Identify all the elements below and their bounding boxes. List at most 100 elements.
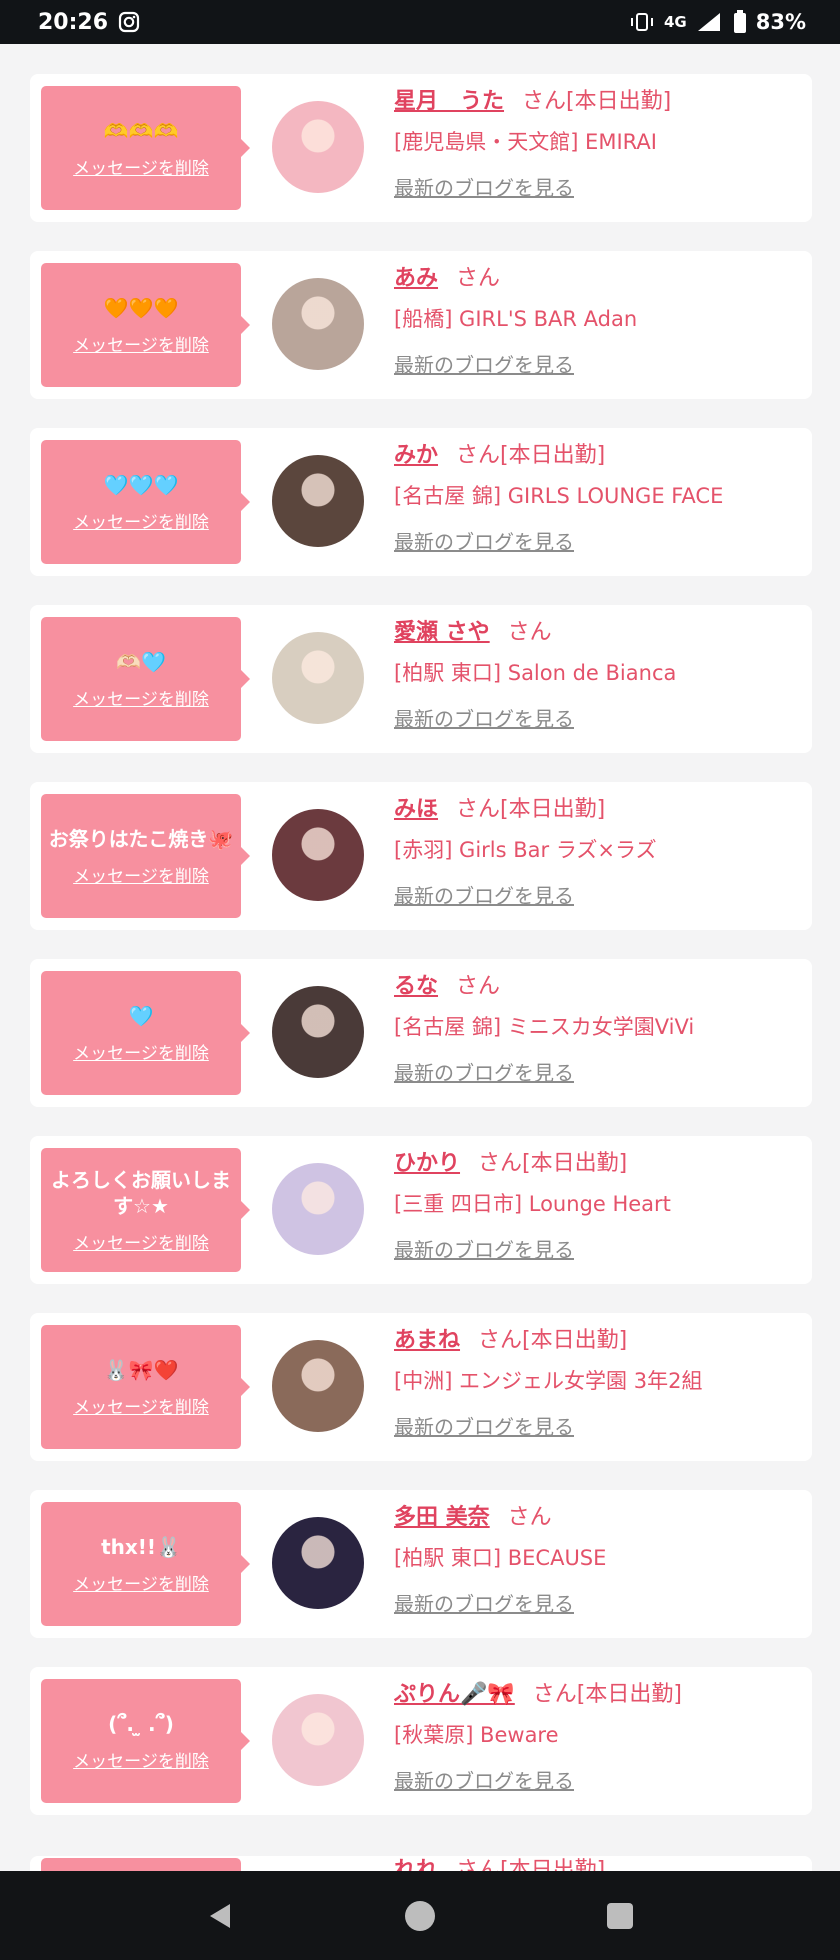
navigation-bar xyxy=(0,1871,840,1960)
cast-header: あみ さん xyxy=(394,261,802,297)
cast-header: るな さん xyxy=(394,969,802,1005)
battery-level: 83% xyxy=(755,10,806,34)
signal-icon xyxy=(697,13,720,31)
cast-suffix: さん xyxy=(456,974,501,999)
latest-blog-link[interactable]: 最新のブログを見る xyxy=(394,1413,574,1441)
message-bubble: (՞. ̫ .՞) メッセージを削除 xyxy=(41,1679,250,1803)
avatar[interactable] xyxy=(272,632,364,724)
delete-message-link[interactable]: メッセージを削除 xyxy=(73,154,209,179)
shop-location: [船橋] GIRL'S BAR Adan xyxy=(394,307,638,331)
cast-info: あまね さん[本日出勤] [中洲] エンジェル女学園 3年2組 最新のブログを見る xyxy=(394,1323,802,1441)
message-bubble: よろしくお願いします☆★ メッセージを削除 xyxy=(41,1148,250,1272)
avatar[interactable] xyxy=(272,455,364,547)
latest-blog-link[interactable]: 最新のブログを見る xyxy=(394,528,574,556)
cast-info: 星月 うた さん[本日出勤] [鹿児島県・天文館] EMIRAI 最新のブログを見… xyxy=(394,84,802,202)
shop-location: [秋葉原] Beware xyxy=(394,1723,559,1747)
cast-info: ひかり さん[本日出勤] [三重 四日市] Lounge Heart 最新のブログ… xyxy=(394,1146,802,1264)
avatar[interactable] xyxy=(272,986,364,1078)
message-card: 🫶🏻🩵 メッセージを削除 愛瀬 さや さん [柏駅 東口] Salon de Bi… xyxy=(30,605,812,753)
cast-suffix: さん[本日出勤] xyxy=(456,443,606,468)
shop-location: [名古屋 錦] GIRLS LOUNGE FACE xyxy=(394,484,724,508)
delete-message-link[interactable]: メッセージを削除 xyxy=(73,508,209,533)
back-button[interactable] xyxy=(190,1886,250,1946)
cast-name-link[interactable]: 多田 美奈 xyxy=(394,1505,490,1530)
latest-blog-link[interactable]: 最新のブログを見る xyxy=(394,1236,574,1264)
home-button[interactable] xyxy=(390,1886,450,1946)
cast-name-link[interactable]: 愛瀬 さや xyxy=(394,620,490,645)
message-text: 🧡🧡🧡 xyxy=(103,295,179,320)
message-card: 🩵 メッセージを削除 るな さん [名古屋 錦] ミニスカ女学園ViVi 最新のブ… xyxy=(30,959,812,1107)
message-card: 🩵🩵🩵 メッセージを削除 みか さん[本日出勤] [名古屋 錦] GIRLS LO… xyxy=(30,428,812,576)
recents-button[interactable] xyxy=(590,1886,650,1946)
cast-header: 多田 美奈 さん xyxy=(394,1500,802,1536)
latest-blog-link[interactable]: 最新のブログを見る xyxy=(394,1767,574,1795)
message-list: 🫶🫶🫶 メッセージを削除 星月 うた さん[本日出勤] [鹿児島県・天文館] EM… xyxy=(30,74,812,1844)
vibrate-icon xyxy=(630,13,653,31)
cast-name-link[interactable]: るな xyxy=(394,974,438,999)
message-bubble: 🧡🧡🧡 メッセージを削除 xyxy=(41,263,250,387)
shop-location: [三重 四日市] Lounge Heart xyxy=(394,1192,671,1216)
cast-suffix: さん xyxy=(456,266,501,291)
message-card: 🫶🫶🫶 メッセージを削除 星月 うた さん[本日出勤] [鹿児島県・天文館] EM… xyxy=(30,74,812,222)
cast-header: 愛瀬 さや さん xyxy=(394,615,802,651)
cast-name-link[interactable]: あみ xyxy=(394,266,438,291)
latest-blog-link[interactable]: 最新のブログを見る xyxy=(394,174,574,202)
delete-message-link[interactable]: メッセージを削除 xyxy=(73,331,209,356)
cast-info: 多田 美奈 さん [柏駅 東口] BECAUSE 最新のブログを見る xyxy=(394,1500,802,1618)
instagram-icon xyxy=(118,11,140,33)
avatar[interactable] xyxy=(272,1694,364,1786)
delete-message-link[interactable]: メッセージを削除 xyxy=(73,1039,209,1064)
delete-message-link[interactable]: メッセージを削除 xyxy=(73,1747,209,1772)
cast-header: ひかり さん[本日出勤] xyxy=(394,1146,802,1182)
avatar[interactable] xyxy=(272,278,364,370)
cast-header: 星月 うた さん[本日出勤] xyxy=(394,84,802,120)
message-bubble: 🐰🎀❤️ メッセージを削除 xyxy=(41,1325,250,1449)
delete-message-link[interactable]: メッセージを削除 xyxy=(73,1570,209,1595)
cast-suffix: さん[本日出勤] xyxy=(522,89,672,114)
cast-suffix: さん[本日出勤] xyxy=(532,1682,682,1707)
avatar[interactable] xyxy=(272,101,364,193)
network-type: 4G xyxy=(663,13,687,31)
cast-name-link[interactable]: 星月 うた xyxy=(394,89,504,114)
message-card: お祭りはたこ焼き🐙 メッセージを削除 みほ さん[本日出勤] [赤羽] Girls… xyxy=(30,782,812,930)
latest-blog-link[interactable]: 最新のブログを見る xyxy=(394,351,574,379)
cast-name-link[interactable]: ぷりん🎤🎀 xyxy=(394,1682,515,1707)
avatar[interactable] xyxy=(272,1517,364,1609)
message-text: thx!!🐰 xyxy=(101,1534,181,1559)
message-text: 🩵🩵🩵 xyxy=(103,472,179,497)
message-text: 🫶🏻🩵 xyxy=(116,649,166,674)
shop-location: [鹿児島県・天文館] EMIRAI xyxy=(394,130,657,154)
cast-header: ぷりん🎤🎀 さん[本日出勤] xyxy=(394,1677,802,1713)
status-bar: 20:26 4G 83% xyxy=(0,0,840,44)
shop-location: [赤羽] Girls Bar ラズ×ラズ xyxy=(394,838,657,862)
delete-message-link[interactable]: メッセージを削除 xyxy=(73,685,209,710)
message-card: thx!!🐰 メッセージを削除 多田 美奈 さん [柏駅 東口] BECAUSE … xyxy=(30,1490,812,1638)
latest-blog-link[interactable]: 最新のブログを見る xyxy=(394,705,574,733)
message-bubble: 🩵🩵🩵 メッセージを削除 xyxy=(41,440,250,564)
cast-name-link[interactable]: みほ xyxy=(394,797,438,822)
latest-blog-link[interactable]: 最新のブログを見る xyxy=(394,1590,574,1618)
delete-message-link[interactable]: メッセージを削除 xyxy=(73,862,209,887)
avatar[interactable] xyxy=(272,1340,364,1432)
delete-message-link[interactable]: メッセージを削除 xyxy=(73,1393,209,1418)
latest-blog-link[interactable]: 最新のブログを見る xyxy=(394,1059,574,1087)
cast-suffix: さん[本日出勤] xyxy=(478,1151,628,1176)
shop-location: [柏駅 東口] Salon de Bianca xyxy=(394,661,677,685)
message-bubble: お祭りはたこ焼き🐙 メッセージを削除 xyxy=(41,794,250,918)
message-text: 🩵 xyxy=(128,1003,154,1028)
cast-name-link[interactable]: あまね xyxy=(394,1328,460,1353)
cast-info: みほ さん[本日出勤] [赤羽] Girls Bar ラズ×ラズ 最新のブログを見… xyxy=(394,792,802,910)
avatar[interactable] xyxy=(272,809,364,901)
back-icon xyxy=(210,1903,230,1928)
message-text: 🫶🫶🫶 xyxy=(103,118,179,143)
cast-name-link[interactable]: みか xyxy=(394,443,438,468)
battery-icon xyxy=(733,10,746,33)
cast-suffix: さん[本日出勤] xyxy=(456,797,606,822)
avatar[interactable] xyxy=(272,1163,364,1255)
latest-blog-link[interactable]: 最新のブログを見る xyxy=(394,882,574,910)
cast-name-link[interactable]: ひかり xyxy=(394,1151,460,1176)
message-card: (՞. ̫ .՞) メッセージを削除 ぷりん🎤🎀 さん[本日出勤] [秋葉原] B… xyxy=(30,1667,812,1815)
recents-icon xyxy=(607,1902,633,1929)
delete-message-link[interactable]: メッセージを削除 xyxy=(73,1229,209,1254)
cast-info: あみ さん [船橋] GIRL'S BAR Adan 最新のブログを見る xyxy=(394,261,802,379)
